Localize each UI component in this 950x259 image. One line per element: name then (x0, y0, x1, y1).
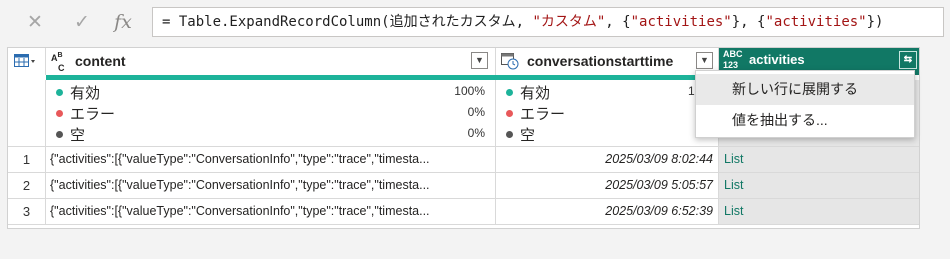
quality-valid: 有効 100% (56, 82, 485, 102)
quality-valid: 有効100 (506, 82, 708, 102)
formula-string: "カスタム" (532, 14, 606, 30)
cell-content[interactable]: {"activities":[{"valueType":"Conversatio… (46, 199, 496, 224)
text-type-icon[interactable]: AB C (51, 51, 65, 73)
cell-conversationstarttime[interactable]: 2025/03/09 6:52:39 (496, 199, 719, 224)
column-header-conversationstarttime[interactable]: conversationstarttime ▼ (496, 48, 719, 75)
quality-label: 有効 (70, 85, 101, 102)
quality-empty: 空0 (506, 124, 708, 144)
table-icon (14, 54, 35, 67)
table-row[interactable]: 1 {"activities":[{"valueType":"Conversat… (8, 146, 919, 172)
menu-item-expand-to-new-rows[interactable]: 新しい行に展開する (696, 74, 914, 105)
any-type-icon[interactable]: ABC 123 (723, 49, 743, 71)
column-label: activities (749, 52, 805, 67)
filter-dropdown-icon[interactable]: ▼ (696, 52, 713, 69)
quality-error: エラー 0% (56, 103, 485, 123)
filter-dropdown-icon[interactable]: ▼ (471, 52, 488, 69)
quality-label: 空 (520, 127, 536, 144)
expand-context-menu: 新しい行に展開する 値を抽出する... (695, 70, 915, 138)
quality-label: エラー (70, 106, 116, 123)
formula-input[interactable]: = Table.ExpandRecordColumn(追加されたカスタム, "カ… (152, 7, 944, 37)
column-quality-conversationstarttime: 有効100 エラー0 空0 (496, 80, 719, 146)
quality-error: エラー0 (506, 103, 708, 123)
menu-item-extract-values[interactable]: 値を抽出する... (696, 105, 914, 136)
quality-pct: 0% (467, 105, 485, 119)
cell-conversationstarttime[interactable]: 2025/03/09 5:05:57 (496, 173, 719, 198)
quality-empty: 空 0% (56, 124, 485, 144)
table-row[interactable]: 2 {"activities":[{"valueType":"Conversat… (8, 172, 919, 198)
cell-content[interactable]: {"activities":[{"valueType":"Conversatio… (46, 173, 496, 198)
cell-content[interactable]: {"activities":[{"valueType":"Conversatio… (46, 147, 496, 172)
cell-activities-link[interactable]: List (719, 147, 919, 172)
formula-part: = Table.ExpandRecordColumn(追加されたカスタム, (162, 14, 533, 30)
valid-dot-icon (506, 89, 513, 96)
quality-pct: 0% (467, 126, 485, 140)
row-number: 2 (8, 173, 46, 198)
formula-part: }, { (731, 14, 766, 30)
formula-string: "activities" (765, 14, 867, 30)
row-number: 3 (8, 199, 46, 224)
table-row[interactable]: 3 {"activities":[{"valueType":"Conversat… (8, 198, 919, 225)
datetime-type-icon[interactable] (501, 52, 519, 70)
quality-label: 空 (70, 127, 86, 144)
quality-label: 有効 (520, 85, 551, 102)
formula-bar: ✕ ✓ fx = Table.ExpandRecordColumn(追加されたカ… (0, 0, 950, 44)
formula-string: "activities" (630, 14, 732, 30)
column-label: content (75, 53, 126, 69)
empty-dot-icon (506, 131, 513, 138)
empty-dot-icon (56, 131, 63, 138)
quality-label: エラー (520, 106, 566, 123)
valid-dot-icon (56, 89, 63, 96)
error-dot-icon (506, 110, 513, 117)
column-label: conversationstarttime (527, 53, 674, 69)
formula-part: }) (866, 14, 884, 30)
fx-icon[interactable]: fx (108, 9, 138, 35)
column-quality-content: 有効 100% エラー 0% 空 0% (46, 80, 496, 146)
expand-column-icon[interactable]: ⇆ (899, 51, 917, 69)
cell-activities-link[interactable]: List (719, 173, 919, 198)
cell-activities-link[interactable]: List (719, 199, 919, 224)
cell-conversationstarttime[interactable]: 2025/03/09 8:02:44 (496, 147, 719, 172)
quality-spacer (8, 80, 46, 146)
formula-part: , { (605, 14, 631, 30)
quality-pct: 100% (454, 84, 485, 98)
column-header-content[interactable]: AB C content ▼ (46, 48, 496, 75)
error-dot-icon (56, 110, 63, 117)
check-icon[interactable]: ✓ (67, 9, 97, 35)
table-menu-button[interactable] (8, 48, 46, 75)
close-icon[interactable]: ✕ (20, 9, 50, 35)
row-number: 1 (8, 147, 46, 172)
